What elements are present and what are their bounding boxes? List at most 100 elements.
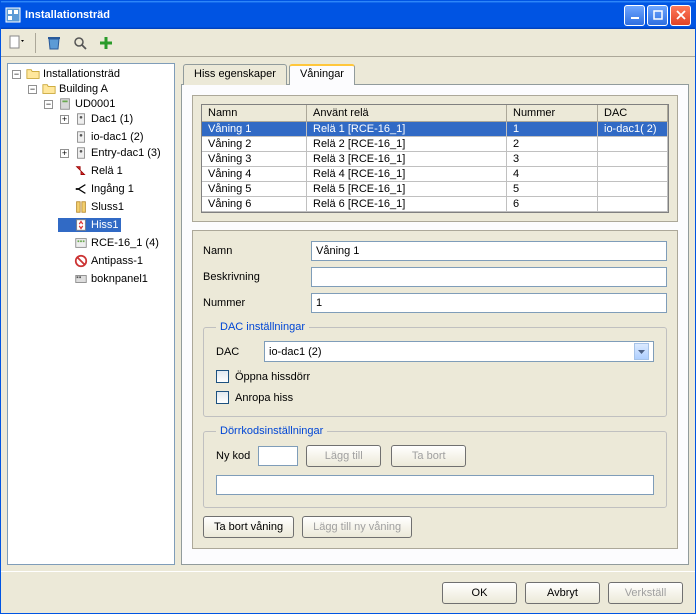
cell-relay: Relä 4 [RCE-16_1] xyxy=(307,167,507,182)
tree-item[interactable]: Relä 1 xyxy=(58,164,125,178)
new-icon xyxy=(8,35,26,51)
tree-item[interactable]: + Entry-dac1 (3) xyxy=(58,146,163,160)
number-label: Nummer xyxy=(203,297,311,309)
tab-floors[interactable]: Våningar xyxy=(289,64,355,85)
table-row[interactable]: Våning 5Relä 5 [RCE-16_1]5 xyxy=(202,182,668,197)
description-input[interactable] xyxy=(311,267,667,287)
cell-number: 5 xyxy=(507,182,598,197)
dac-select[interactable]: io-dac1 (2) xyxy=(264,341,654,362)
close-icon xyxy=(676,10,686,20)
doorcode-settings-legend: Dörrkodsinställningar xyxy=(216,425,327,437)
maximize-button[interactable] xyxy=(647,5,668,26)
tree-item[interactable]: + Dac1 (1) xyxy=(58,112,135,126)
trash-icon xyxy=(46,35,62,51)
cell-relay: Relä 3 [RCE-16_1] xyxy=(307,152,507,167)
table-row[interactable]: Våning 6Relä 6 [RCE-16_1]6 xyxy=(202,197,668,212)
number-input[interactable] xyxy=(311,293,667,313)
cell-number: 6 xyxy=(507,197,598,212)
tree-label: Hiss1 xyxy=(91,219,119,231)
tree-label: Sluss1 xyxy=(91,201,124,213)
col-dac[interactable]: DAC xyxy=(598,105,668,122)
search-button[interactable] xyxy=(70,33,90,53)
dac-settings-legend: DAC inställningar xyxy=(216,321,309,333)
app-icon xyxy=(5,7,21,23)
tree-item[interactable]: Hiss1 xyxy=(58,218,121,232)
window-title: Installationsträd xyxy=(25,9,110,21)
checkbox-icon xyxy=(216,370,229,383)
tree-ud[interactable]: −UD0001 xyxy=(42,97,117,111)
grid-header: Namn Använt relä Nummer DAC xyxy=(202,105,668,122)
expand-icon[interactable]: + xyxy=(60,149,69,158)
name-input[interactable] xyxy=(311,241,667,261)
table-row[interactable]: Våning 1Relä 1 [RCE-16_1]1io-dac1( 2) xyxy=(202,122,668,137)
minimize-button[interactable] xyxy=(624,5,645,26)
floors-grid[interactable]: Namn Använt relä Nummer DAC Våning 1Relä… xyxy=(201,104,669,213)
tab-properties[interactable]: Hiss egenskaper xyxy=(183,64,287,85)
grid-body[interactable]: Våning 1Relä 1 [RCE-16_1]1io-dac1( 2)Vån… xyxy=(202,122,668,212)
tree-item[interactable]: io-dac1 (2) xyxy=(58,130,146,144)
tree-label: Entry-dac1 (3) xyxy=(91,147,161,159)
delete-floor-button[interactable]: Ta bort våning xyxy=(203,516,294,538)
tree-label: Antipass-1 xyxy=(91,255,143,267)
cell-name: Våning 5 xyxy=(202,182,307,197)
add-button[interactable] xyxy=(96,33,116,53)
call-elevator-checkbox[interactable]: Anropa hiss xyxy=(216,391,654,404)
codes-input[interactable] xyxy=(216,475,654,495)
cancel-button[interactable]: Avbryt xyxy=(525,582,600,604)
new-dropdown-button[interactable] xyxy=(7,33,27,53)
titlebar[interactable]: Installationsträd xyxy=(1,1,695,29)
apply-button[interactable]: Verkställ xyxy=(608,582,683,604)
tree-label: Relä 1 xyxy=(91,165,123,177)
tree-item[interactable]: Ingång 1 xyxy=(58,182,136,196)
cell-number: 2 xyxy=(507,137,598,152)
tree-building[interactable]: −Building A xyxy=(26,82,110,96)
ok-button[interactable]: OK xyxy=(442,582,517,604)
collapse-icon[interactable]: − xyxy=(44,100,53,109)
tree-item[interactable]: Antipass-1 xyxy=(58,254,145,268)
tree-item[interactable]: Sluss1 xyxy=(58,200,126,214)
table-row[interactable]: Våning 2Relä 2 [RCE-16_1]2 xyxy=(202,137,668,152)
table-row[interactable]: Våning 4Relä 4 [RCE-16_1]4 xyxy=(202,167,668,182)
expand-icon[interactable]: + xyxy=(60,115,69,124)
newcode-input[interactable] xyxy=(258,446,298,466)
collapse-icon[interactable]: − xyxy=(28,85,37,94)
tree-label: Dac1 (1) xyxy=(91,113,133,125)
open-door-checkbox[interactable]: Öppna hissdörr xyxy=(216,370,654,383)
col-number[interactable]: Nummer xyxy=(507,105,598,122)
newcode-label: Ny kod xyxy=(216,450,250,462)
add-code-button[interactable]: Lägg till xyxy=(306,445,381,467)
content: −Installationsträd−Building A−UD0001 + Dac… xyxy=(1,57,695,571)
tree-root[interactable]: −Installationsträd xyxy=(10,67,122,81)
right-panel: Hiss egenskaper Våningar Namn Använt rel… xyxy=(181,63,689,565)
table-row[interactable]: Våning 3Relä 3 [RCE-16_1]3 xyxy=(202,152,668,167)
delete-button[interactable] xyxy=(44,33,64,53)
floor-form: Namn Beskrivning Nummer DAC inställninga… xyxy=(192,230,678,549)
cell-number: 3 xyxy=(507,152,598,167)
maximize-icon xyxy=(653,10,663,20)
toolbar xyxy=(1,29,695,57)
col-relay[interactable]: Använt relä xyxy=(307,105,507,122)
dac-select-value: io-dac1 (2) xyxy=(269,346,322,358)
tab-body: Namn Använt relä Nummer DAC Våning 1Relä… xyxy=(181,84,689,565)
description-label: Beskrivning xyxy=(203,271,311,283)
tree-item[interactable]: RCE-16_1 (4) xyxy=(58,236,161,250)
cell-name: Våning 3 xyxy=(202,152,307,167)
checkbox-icon xyxy=(216,391,229,404)
collapse-icon[interactable]: − xyxy=(12,70,21,79)
add-floor-button[interactable]: Lägg till ny våning xyxy=(302,516,412,538)
tree-label: io-dac1 (2) xyxy=(91,131,144,143)
cell-relay: Relä 5 [RCE-16_1] xyxy=(307,182,507,197)
cell-relay: Relä 2 [RCE-16_1] xyxy=(307,137,507,152)
tree-label: RCE-16_1 (4) xyxy=(91,237,159,249)
doorcode-settings-group: Dörrkodsinställningar Ny kod Lägg till T… xyxy=(203,425,667,508)
remove-code-button[interactable]: Ta bort xyxy=(391,445,466,467)
tree-panel[interactable]: −Installationsträd−Building A−UD0001 + Dac… xyxy=(7,63,175,565)
dac-settings-group: DAC inställningar DAC io-dac1 (2) Öppna … xyxy=(203,321,667,417)
open-door-label: Öppna hissdörr xyxy=(235,371,310,383)
tree-item[interactable]: boknpanel1 xyxy=(58,272,150,286)
col-name[interactable]: Namn xyxy=(202,105,307,122)
close-button[interactable] xyxy=(670,5,691,26)
cell-dac: io-dac1( 2) xyxy=(598,122,668,137)
cell-dac xyxy=(598,167,668,182)
cell-name: Våning 1 xyxy=(202,122,307,137)
